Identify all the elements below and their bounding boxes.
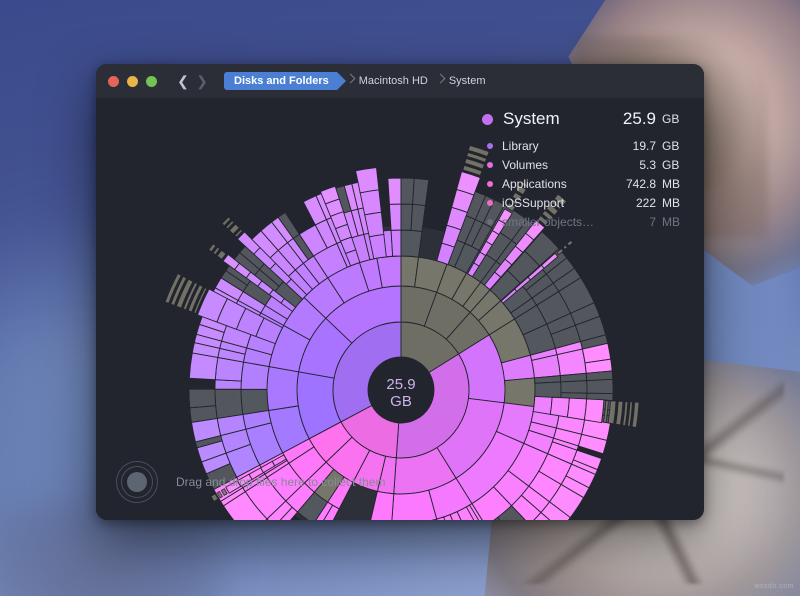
legend-color-dot <box>487 181 493 187</box>
sunburst-segment[interactable] <box>550 397 569 417</box>
sunburst-segment[interactable] <box>632 402 639 427</box>
legend-color-dot <box>487 219 493 225</box>
drop-target-icon[interactable] <box>116 461 158 503</box>
sunburst-segment[interactable] <box>391 230 401 256</box>
dropzone-label: Drag and drop files here to collect them <box>176 475 385 489</box>
sunburst-center-unit: GB <box>390 393 412 410</box>
legend-item-value: 742.8 <box>610 177 656 191</box>
sunburst-segment[interactable] <box>535 382 561 398</box>
legend-item[interactable]: Applications742.8MB <box>482 175 688 193</box>
legend-item[interactable]: Volumes5.3GB <box>482 156 688 174</box>
sunburst-segment[interactable] <box>401 178 414 204</box>
sunburst-segment[interactable] <box>504 378 535 407</box>
sunburst-segment[interactable] <box>627 402 632 427</box>
legend-item-label: iOSSupport <box>502 196 610 210</box>
legend-item-list: Library19.7GBVolumes5.3GBApplications742… <box>482 137 688 231</box>
traffic-light-group <box>108 76 157 87</box>
sunburst-segment[interactable] <box>241 389 269 414</box>
navigation-buttons: ❮ ❯ <box>175 72 210 90</box>
chevron-right-icon[interactable]: ❯ <box>194 72 210 90</box>
sunburst-segment[interactable] <box>217 250 226 259</box>
sunburst-segment[interactable] <box>411 204 425 231</box>
legend-value-system: 25.9 <box>623 109 656 129</box>
sunburst-segment[interactable] <box>623 402 628 426</box>
legend-color-dot <box>487 143 493 149</box>
breadcrumb-item-disks-and-folders[interactable]: Disks and Folders <box>224 72 337 90</box>
sunburst-segment[interactable] <box>189 389 216 408</box>
breadcrumb: Disks and Folders Macintosh HD System <box>224 72 497 90</box>
minimize-button[interactable] <box>127 76 138 87</box>
legend-item-value: 222 <box>610 196 656 210</box>
sunburst-segment[interactable] <box>388 178 401 204</box>
legend: System 25.9 GB Library19.7GBVolumes5.3GB… <box>482 106 688 232</box>
window-titlebar: ❮ ❯ Disks and Folders Macintosh HD Syste… <box>96 64 704 98</box>
sunburst-segment[interactable] <box>561 381 587 394</box>
sunburst-segment[interactable] <box>567 398 586 420</box>
legend-item-label: Applications <box>502 177 610 191</box>
sunburst-center-value: 25.9 <box>386 376 415 393</box>
sunburst-segment[interactable] <box>401 230 422 257</box>
legend-item-value: 5.3 <box>610 158 656 172</box>
legend-item-value: 7 <box>610 215 656 229</box>
sunburst-segment[interactable] <box>413 178 429 205</box>
legend-item-unit: GB <box>656 139 688 153</box>
sunburst-segment[interactable] <box>587 379 613 393</box>
legend-item-unit: MB <box>656 196 688 210</box>
close-button[interactable] <box>108 76 119 87</box>
legend-item-unit: MB <box>656 177 688 191</box>
legend-color-dot-system <box>482 114 493 125</box>
watermark: wsxdn.com <box>754 583 794 590</box>
legend-color-dot <box>487 162 493 168</box>
legend-item-label: smaller objects… <box>502 215 610 229</box>
breadcrumb-item-macintosh-hd[interactable]: Macintosh HD <box>349 72 439 90</box>
sunburst-segment[interactable] <box>533 396 552 414</box>
daisydisk-window: ❮ ❯ Disks and Folders Macintosh HD Syste… <box>96 64 704 520</box>
sunburst-segment[interactable] <box>616 401 623 425</box>
legend-item[interactable]: iOSSupport222MB <box>482 194 688 212</box>
legend-item-unit: GB <box>656 158 688 172</box>
sunburst-segment[interactable] <box>356 168 379 193</box>
sunburst-segment[interactable] <box>215 389 243 418</box>
drop-target-core <box>127 472 147 492</box>
sunburst-segment[interactable] <box>584 399 603 423</box>
sunburst-segment[interactable] <box>389 204 401 230</box>
sunburst-segment[interactable] <box>567 240 573 246</box>
window-body: 25.9GB System 25.9 GB Library19.7GBVolum… <box>96 98 704 520</box>
chevron-left-icon[interactable]: ❮ <box>175 72 191 90</box>
legend-item-label: Library <box>502 139 610 153</box>
zoom-button[interactable] <box>146 76 157 87</box>
legend-item-value: 19.7 <box>610 139 656 153</box>
legend-item-label: Volumes <box>502 158 610 172</box>
legend-item-unit: MB <box>656 215 688 229</box>
legend-header-row[interactable]: System 25.9 GB <box>482 106 688 132</box>
dropzone[interactable]: Drag and drop files here to collect them <box>116 458 684 506</box>
breadcrumb-item-system[interactable]: System <box>439 72 497 90</box>
legend-unit-system: GB <box>656 112 688 126</box>
sunburst-segment[interactable] <box>563 245 567 249</box>
sunburst-segment[interactable] <box>267 367 299 411</box>
legend-color-dot <box>487 200 493 206</box>
legend-label-system: System <box>503 109 623 129</box>
legend-item[interactable]: smaller objects…7MB <box>482 213 688 231</box>
legend-item[interactable]: Library19.7GB <box>482 137 688 155</box>
